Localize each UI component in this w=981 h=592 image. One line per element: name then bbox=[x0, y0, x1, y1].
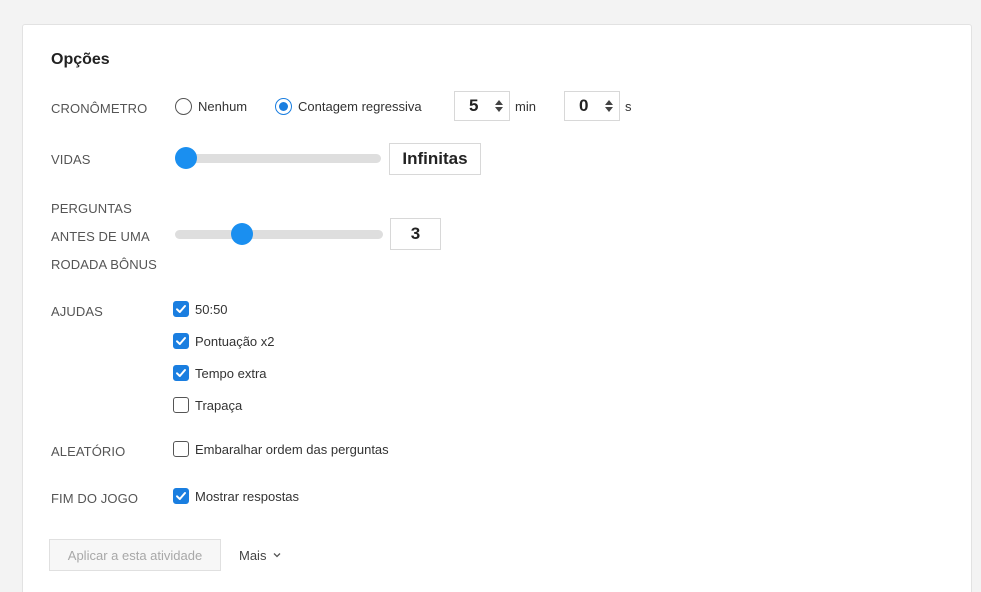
bonus-label-line2: ANTES DE UMA bbox=[51, 229, 150, 244]
show-answers-checkbox[interactable]: Mostrar respostas bbox=[173, 488, 299, 504]
timer-none-radio[interactable]: Nenhum bbox=[175, 98, 247, 115]
bonus-label-line3: RODADA BÔNUS bbox=[51, 257, 157, 272]
lives-label: VIDAS bbox=[51, 152, 91, 167]
check-icon bbox=[176, 305, 186, 313]
timer-countdown-radio[interactable]: Contagem regressiva bbox=[275, 98, 422, 115]
bonus-value: 3 bbox=[390, 218, 441, 250]
radio-indicator bbox=[175, 98, 192, 115]
seconds-stepper[interactable]: 0 bbox=[564, 91, 620, 121]
spinner-arrows-icon[interactable] bbox=[495, 100, 503, 112]
minutes-value: 5 bbox=[469, 96, 479, 115]
help-5050-label: 50:50 bbox=[195, 301, 228, 317]
spinner-arrows-icon[interactable] bbox=[605, 100, 613, 112]
radio-indicator bbox=[275, 98, 292, 115]
timer-label: CRONÔMETRO bbox=[51, 101, 148, 116]
checkbox-box bbox=[173, 488, 189, 504]
checkbox-box bbox=[173, 397, 189, 413]
help-cheat-label: Trapaça bbox=[195, 397, 243, 413]
lives-slider[interactable] bbox=[175, 147, 381, 169]
options-title: Opções bbox=[51, 51, 110, 68]
timer-none-label: Nenhum bbox=[198, 99, 248, 114]
checkbox-box bbox=[173, 333, 189, 349]
minutes-stepper[interactable]: 5 bbox=[454, 91, 510, 121]
help-double-score-checkbox[interactable]: Pontuação x2 bbox=[173, 333, 275, 349]
show-answers-label: Mostrar respostas bbox=[195, 488, 300, 504]
help-5050-checkbox[interactable]: 50:50 bbox=[173, 301, 228, 317]
shuffle-questions-checkbox[interactable]: Embaralhar ordem das perguntas bbox=[173, 441, 389, 457]
help-double-score-label: Pontuação x2 bbox=[195, 333, 275, 349]
apply-to-activity-button[interactable]: Aplicar a esta atividade bbox=[49, 539, 221, 571]
chevron-down-icon bbox=[273, 553, 281, 558]
minutes-unit: min bbox=[515, 99, 536, 114]
lives-slider-thumb[interactable] bbox=[175, 147, 197, 169]
seconds-unit: s bbox=[625, 99, 632, 114]
bonus-slider[interactable] bbox=[175, 223, 383, 245]
bonus-label-line1: PERGUNTAS bbox=[51, 201, 132, 216]
options-panel: Opções CRONÔMETRO Nenhum Contagem regres… bbox=[22, 24, 972, 592]
more-label: Mais bbox=[239, 547, 267, 563]
random-label: ALEATÓRIO bbox=[51, 444, 126, 459]
shuffle-questions-label: Embaralhar ordem das perguntas bbox=[195, 441, 389, 457]
bonus-slider-thumb[interactable] bbox=[230, 223, 253, 245]
help-extra-time-checkbox[interactable]: Tempo extra bbox=[173, 365, 267, 381]
end-game-label: FIM DO JOGO bbox=[51, 491, 139, 506]
help-extra-time-label: Tempo extra bbox=[195, 365, 267, 381]
check-icon bbox=[176, 337, 186, 345]
help-cheat-checkbox[interactable]: Trapaça bbox=[173, 397, 242, 413]
lives-value: Infinitas bbox=[389, 143, 481, 175]
checkbox-box bbox=[173, 301, 189, 317]
more-button[interactable]: Mais bbox=[239, 539, 282, 571]
helps-label: AJUDAS bbox=[51, 304, 103, 319]
checkbox-box bbox=[173, 441, 189, 457]
timer-countdown-label: Contagem regressiva bbox=[298, 99, 422, 114]
check-icon bbox=[176, 492, 186, 500]
checkbox-box bbox=[173, 365, 189, 381]
check-icon bbox=[176, 369, 186, 377]
seconds-value: 0 bbox=[579, 96, 589, 115]
